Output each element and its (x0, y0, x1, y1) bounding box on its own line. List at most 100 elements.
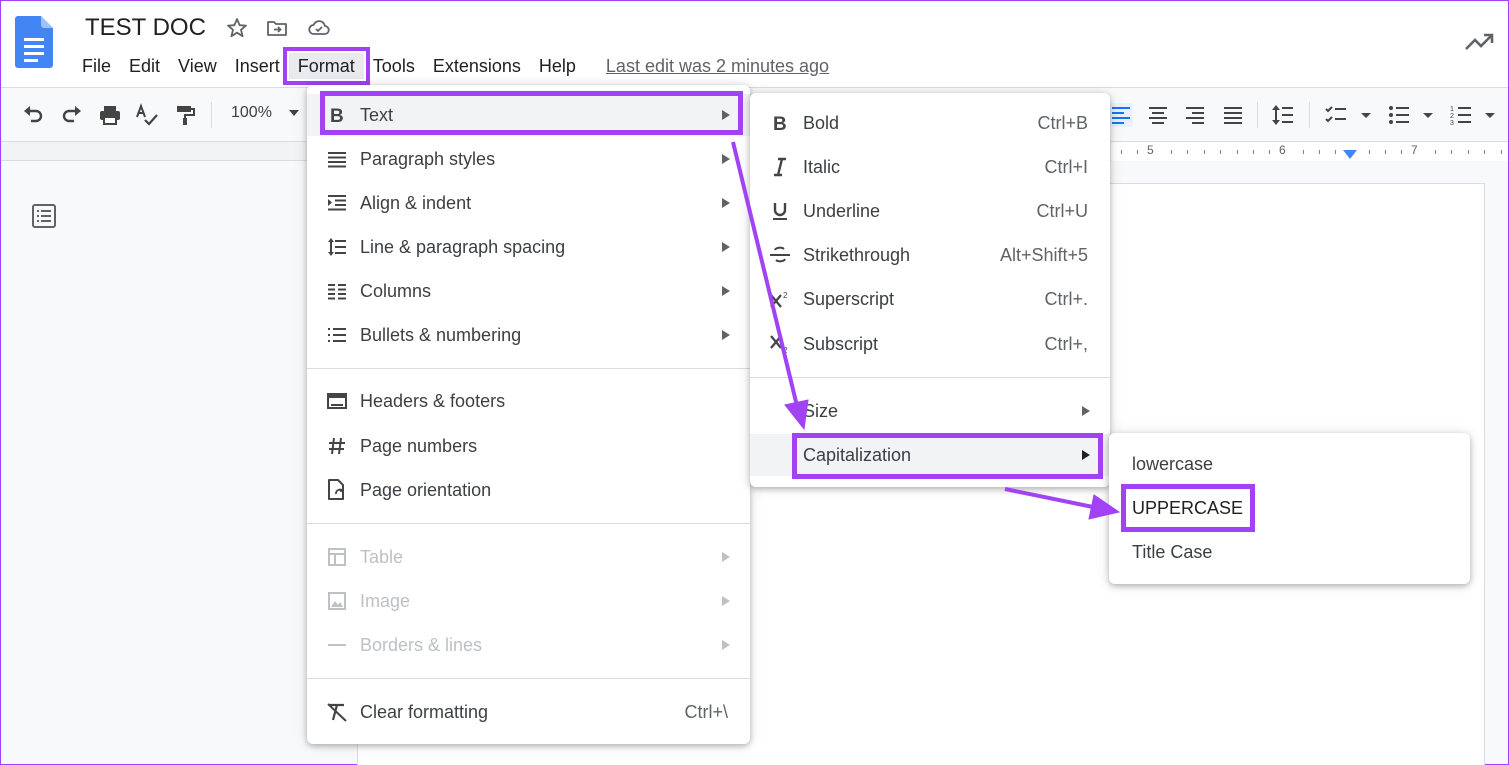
table-icon (325, 545, 349, 569)
menu-item-headers-footers[interactable]: Headers & footers (307, 380, 750, 422)
menu-item-label: lowercase (1132, 453, 1214, 474)
svg-text:B: B (773, 114, 787, 133)
menu-item-label: UPPERCASE (1132, 497, 1244, 518)
svg-text:B: B (330, 106, 344, 125)
line-spacing-icon[interactable] (1271, 103, 1295, 127)
menu-item-lowercase[interactable]: lowercase (1109, 443, 1470, 485)
subscript-icon: 2 (768, 332, 792, 356)
svg-text:2: 2 (783, 346, 788, 354)
italic-icon (768, 155, 792, 179)
menu-item-label: Underline (803, 200, 881, 221)
menu-help[interactable]: Help (530, 53, 585, 79)
submenu-arrow-icon (722, 330, 730, 340)
document-outline-icon[interactable] (31, 203, 57, 229)
move-to-folder-icon[interactable] (265, 16, 289, 40)
menu-format[interactable]: Format (282, 47, 370, 85)
paint-format-icon[interactable] (173, 103, 197, 127)
page-orientation-icon (325, 478, 349, 502)
menu-item-underline[interactable]: Underline Ctrl+U (750, 190, 1110, 232)
menu-item-label: Headers & footers (360, 390, 506, 411)
menu-item-page-numbers[interactable]: Page numbers (307, 425, 750, 467)
checklist-icon[interactable] (1324, 103, 1348, 127)
activity-trend-icon[interactable] (1464, 31, 1494, 53)
submenu-arrow-icon (722, 596, 730, 606)
svg-text:2: 2 (783, 291, 788, 300)
menu-item-superscript[interactable]: 2 Superscript Ctrl+. (750, 278, 1110, 320)
menu-item-borders-lines: Borders & lines (307, 624, 750, 666)
ruler-number: 7 (1411, 143, 1418, 157)
docs-logo-icon[interactable] (15, 16, 53, 68)
bullets-dropdown-icon[interactable] (1423, 113, 1433, 118)
undo-icon[interactable] (21, 103, 45, 127)
menu-item-align-indent[interactable]: Align & indent (307, 182, 750, 224)
menu-item-label: Paragraph styles (360, 148, 496, 169)
menu-item-label: Text (360, 104, 394, 125)
menu-item-label: Clear formatting (360, 701, 489, 722)
underline-icon (768, 199, 792, 223)
clear-formatting-icon (325, 700, 349, 724)
submenu-arrow-icon (722, 154, 730, 164)
justify-icon[interactable] (1221, 103, 1245, 127)
shortcut-label: Ctrl+U (1036, 200, 1088, 221)
menu-item-paragraph-styles[interactable]: Paragraph styles (307, 138, 750, 180)
bulleted-list-icon[interactable] (1387, 103, 1411, 127)
menu-item-title-case[interactable]: Title Case (1109, 531, 1470, 573)
line-spacing-icon (325, 235, 349, 259)
checklist-dropdown-icon[interactable] (1361, 113, 1371, 118)
menu-item-strikethrough[interactable]: Strikethrough Alt+Shift+5 (750, 234, 1110, 276)
zoom-dropdown-icon[interactable] (289, 110, 299, 116)
menu-tools[interactable]: Tools (364, 53, 424, 79)
align-center-icon[interactable] (1146, 103, 1170, 127)
menu-divider (307, 678, 750, 679)
menu-file[interactable]: File (73, 53, 120, 79)
menu-item-line-paragraph-spacing[interactable]: Line & paragraph spacing (307, 226, 750, 268)
menu-extensions[interactable]: Extensions (424, 53, 530, 79)
borders-lines-icon (325, 633, 349, 657)
menu-insert[interactable]: Insert (226, 53, 289, 79)
menu-item-label: Borders & lines (360, 634, 483, 655)
menu-item-label: Superscript (803, 288, 895, 309)
menu-item-bold[interactable]: B Bold Ctrl+B (750, 102, 1110, 144)
menu-item-columns[interactable]: Columns (307, 270, 750, 312)
menu-item-capitalization[interactable]: Capitalization (750, 434, 1110, 476)
menu-item-page-orientation[interactable]: Page orientation (307, 469, 750, 511)
menu-item-text[interactable]: B Text (307, 94, 750, 136)
menu-item-clear-formatting[interactable]: Clear formatting Ctrl+\ (307, 691, 750, 733)
spellcheck-icon[interactable] (135, 103, 159, 127)
menu-item-label: Title Case (1132, 541, 1213, 562)
format-menu: B Text Paragraph styles Align & indent L… (307, 85, 750, 744)
menu-item-label: Table (360, 546, 404, 567)
menu-item-label: Bold (803, 112, 840, 133)
image-icon (325, 589, 349, 613)
shortcut-label: Ctrl+I (1044, 156, 1088, 177)
numbered-dropdown-icon[interactable] (1485, 113, 1495, 118)
menu-item-size[interactable]: Size (750, 390, 1110, 432)
last-edit-link[interactable]: Last edit was 2 minutes ago (606, 56, 829, 77)
menu-item-label: Line & paragraph spacing (360, 236, 566, 257)
menu-item-image: Image (307, 580, 750, 622)
print-icon[interactable] (98, 103, 122, 127)
menu-item-italic[interactable]: Italic Ctrl+I (750, 146, 1110, 188)
right-indent-marker[interactable] (1343, 150, 1357, 159)
numbered-list-icon[interactable]: 123 (1449, 103, 1473, 127)
align-right-icon[interactable] (1183, 103, 1207, 127)
headers-footers-icon (325, 389, 349, 413)
menu-item-uppercase[interactable]: UPPERCASE (1109, 487, 1470, 529)
menu-item-label: Image (360, 590, 411, 611)
cloud-saved-icon[interactable] (307, 16, 331, 40)
align-left-icon[interactable] (1109, 103, 1133, 127)
svg-text:2: 2 (1450, 113, 1454, 120)
ruler-number: 6 (1279, 143, 1286, 157)
menu-item-label: Align & indent (360, 192, 472, 213)
menu-item-label: Page numbers (360, 435, 478, 456)
star-icon[interactable] (225, 16, 249, 40)
document-title[interactable]: TEST DOC (85, 14, 206, 42)
menu-view[interactable]: View (169, 53, 226, 79)
shortcut-label: Ctrl+. (1044, 288, 1088, 309)
zoom-select[interactable]: 100% (231, 104, 272, 122)
redo-icon[interactable] (60, 103, 84, 127)
menu-item-bullets-numbering[interactable]: Bullets & numbering (307, 314, 750, 356)
bullets-icon (325, 323, 349, 347)
menu-item-subscript[interactable]: 2 Subscript Ctrl+, (750, 323, 1110, 365)
menu-edit[interactable]: Edit (120, 53, 169, 79)
